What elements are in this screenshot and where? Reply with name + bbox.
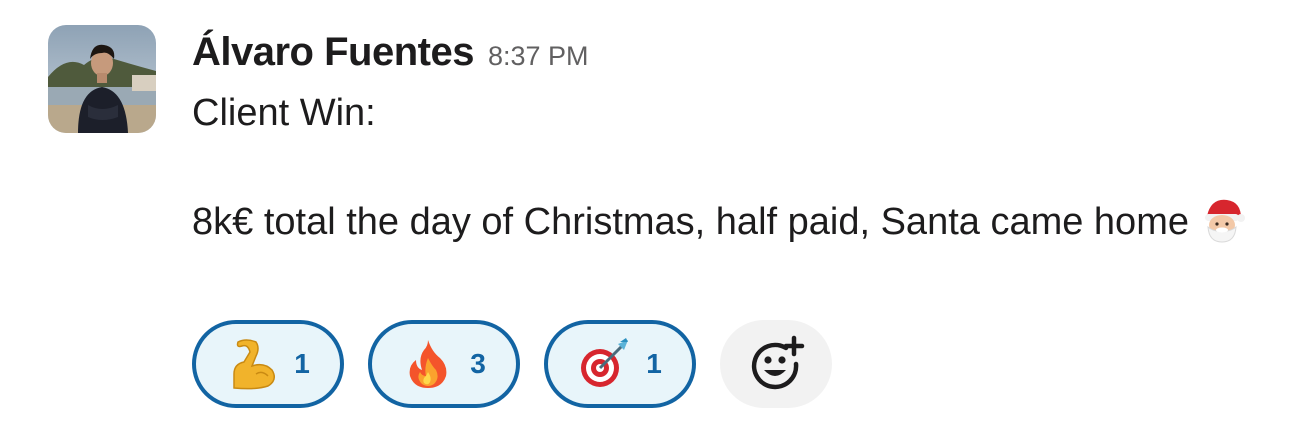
message-body: Client Win: 8k€ total the day of Christm…: [192, 86, 1252, 249]
message-header: Álvaro Fuentes 8:37 PM: [192, 30, 589, 75]
add-reaction-icon: [751, 335, 805, 390]
santa-emoji: [1197, 194, 1247, 244]
reaction-count: 1: [294, 348, 310, 379]
reaction-count: 1: [646, 348, 662, 379]
fire-emoji: [409, 340, 447, 388]
author-name[interactable]: Álvaro Fuentes: [192, 30, 474, 75]
reaction-direct-hit[interactable]: 1: [544, 320, 696, 408]
direct-hit-emoji: [581, 338, 629, 387]
reaction-flexed-biceps[interactable]: 1: [192, 320, 344, 408]
message-container: Álvaro Fuentes 8:37 PM Client Win: 8k€ t…: [0, 0, 1290, 425]
reaction-fire[interactable]: 3: [368, 320, 520, 408]
timestamp[interactable]: 8:37 PM: [488, 41, 589, 72]
avatar[interactable]: [48, 25, 156, 133]
message-line: 8k€ total the day of Christmas, half pai…: [192, 194, 1252, 249]
reactions-bar: 1 3 1: [192, 320, 832, 408]
add-reaction-button[interactable]: [720, 320, 832, 408]
message-line-text: 8k€ total the day of Christmas, half pai…: [192, 201, 1189, 243]
reaction-count: 3: [470, 348, 486, 379]
message-line: Client Win:: [192, 92, 376, 134]
flexed-biceps-emoji: [233, 339, 276, 390]
